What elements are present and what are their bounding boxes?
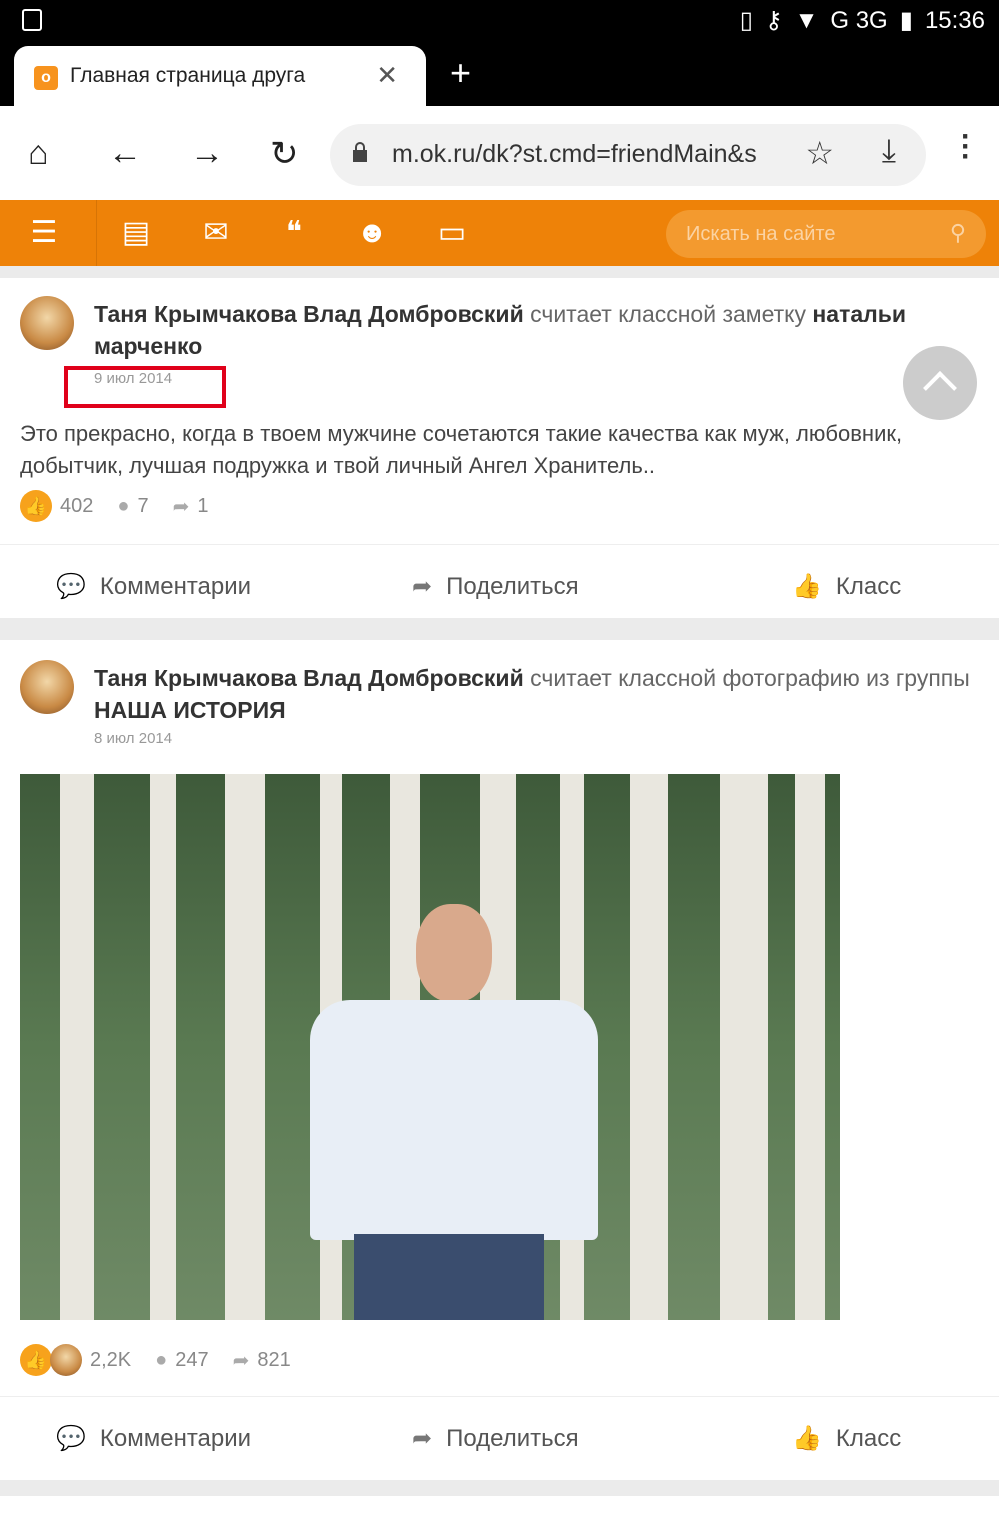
comments-button[interactable]: 💬 Комментарии <box>56 1424 251 1453</box>
post-actions: 💬 Комментарии ➦ Поделиться 👍 Класс <box>0 1398 999 1482</box>
comment-icon: ● <box>117 494 130 517</box>
ok-navbar: ☰ ▤ ✉ ❝ ☻ ▭ Искать на сайте ⚲ <box>0 200 999 266</box>
like-label: Класс <box>835 1424 902 1452</box>
tab-title: Главная страница друга <box>70 64 306 87</box>
menu-dots-icon[interactable]: · · · <box>961 122 971 172</box>
status-icons: ▯ ⚷ ▼ G 3G ▮ 15:36 <box>740 6 985 35</box>
clock: 15:36 <box>924 6 985 34</box>
site-search-input[interactable]: Искать на сайте ⚲ <box>666 210 986 258</box>
lock-icon <box>353 142 367 162</box>
post-text: Это прекрасно, когда в твоем мужчине соч… <box>20 421 903 478</box>
thumb-up-icon: 👍 <box>792 573 822 600</box>
comment-icon: ● <box>155 1348 168 1371</box>
like-label: Класс <box>835 572 902 600</box>
close-tab-icon[interactable]: ✕ <box>376 60 398 91</box>
back-icon[interactable]: ← <box>108 134 142 173</box>
feed-icon[interactable]: ▤ <box>116 214 156 252</box>
post-headline: Таня Крымчакова Влад Домбровский считает… <box>94 298 974 362</box>
post-stats: 👍 402 ● 7 ➦ 1 <box>20 490 208 522</box>
battery-icon: ▮ <box>899 7 913 34</box>
post-action: считает классной фотографию из группы <box>530 665 970 691</box>
new-tab-button[interactable]: + <box>450 52 471 94</box>
discussions-icon[interactable]: ❝ <box>274 214 314 252</box>
divider <box>0 544 999 545</box>
like-count[interactable]: 2,2K <box>90 1349 131 1372</box>
wifi-icon: ▼ <box>794 6 819 34</box>
share-button[interactable]: ➦ Поделиться <box>412 572 579 601</box>
share-count[interactable]: 1 <box>197 495 208 518</box>
post-target[interactable]: НАША ИСТОРИЯ <box>94 697 286 723</box>
like-count[interactable]: 402 <box>60 495 93 518</box>
ok-logo-menu-icon[interactable]: ☰ <box>24 214 64 252</box>
search-placeholder: Искать на сайте <box>686 223 836 245</box>
avatar[interactable] <box>20 296 74 350</box>
like-badge-icon[interactable]: 👍 <box>20 490 52 522</box>
download-icon[interactable]: ⤓ <box>882 132 896 170</box>
share-icon: ➦ <box>172 495 190 518</box>
post-authors[interactable]: Таня Крымчакова Влад Домбровский <box>94 665 524 691</box>
messages-icon[interactable]: ✉ <box>196 214 236 252</box>
bookmark-star-icon[interactable]: ☆ <box>805 134 834 172</box>
comments-label: Комментарии <box>99 1424 252 1452</box>
ok-favicon-icon: о <box>34 66 58 90</box>
share-arrow-icon: ➦ <box>412 1425 433 1452</box>
post-date: 8 июл 2014 <box>94 730 173 747</box>
vibrate-icon: ▯ <box>739 7 754 34</box>
url-text: m.ok.ru/dk?st.cmd=friendMain&s <box>392 140 757 168</box>
like-badge-icon[interactable]: 👍 <box>20 1344 52 1376</box>
like-button[interactable]: 👍 Класс <box>792 572 901 601</box>
scroll-to-top-button[interactable] <box>903 346 977 420</box>
post-action: считает классной заметку <box>530 301 806 327</box>
like-button[interactable]: 👍 Класс <box>792 1424 901 1453</box>
comment-count[interactable]: 247 <box>175 1349 208 1372</box>
notification-icon <box>22 9 42 31</box>
share-label: Поделиться <box>446 1424 579 1452</box>
comments-button[interactable]: 💬 Комментарии <box>56 572 251 601</box>
avatar[interactable] <box>20 660 74 714</box>
thumb-up-icon: 👍 <box>792 1425 822 1452</box>
share-arrow-icon: ➦ <box>412 573 433 600</box>
divider <box>0 1396 999 1397</box>
feed-post: Таня Крымчакова Влад Домбровский считает… <box>0 278 999 618</box>
share-count[interactable]: 821 <box>257 1349 290 1372</box>
address-bar[interactable]: m.ok.ru/dk?st.cmd=friendMain&s ☆ ⤓ <box>330 124 926 186</box>
reload-icon[interactable]: ↻ <box>270 134 299 174</box>
post-authors[interactable]: Таня Крымчакова Влад Домбровский <box>94 301 524 327</box>
browser-toolbar: ⌂ ← → ↻ m.ok.ru/dk?st.cmd=friendMain&s ☆… <box>0 106 999 200</box>
search-icon[interactable]: ⚲ <box>950 220 966 246</box>
forward-icon[interactable]: → <box>190 134 224 173</box>
browser-tab-bar: о Главная страница друга ✕ + <box>0 42 999 106</box>
liker-avatar[interactable] <box>50 1344 82 1376</box>
share-button[interactable]: ➦ Поделиться <box>412 1424 579 1453</box>
active-tab[interactable]: о Главная страница друга ✕ <box>14 46 426 106</box>
comment-bubble-icon: 💬 <box>56 573 86 600</box>
home-icon[interactable]: ⌂ <box>28 134 49 173</box>
status-bar: ▯ ⚷ ▼ G 3G ▮ 15:36 <box>0 0 999 42</box>
key-icon: ⚷ <box>765 7 783 34</box>
post-actions: 💬 Комментарии ➦ Поделиться 👍 Класс <box>0 546 999 630</box>
comment-count[interactable]: 7 <box>137 495 148 518</box>
post-stats: 👍 2,2K ● 247 ➦ 821 <box>20 1344 291 1376</box>
feed-post: Таня Крымчакова Влад Домбровский считает… <box>0 640 999 1480</box>
post-headline: Таня Крымчакова Влад Домбровский считает… <box>94 662 974 726</box>
date-highlight-box <box>64 366 226 408</box>
comment-bubble-icon: 💬 <box>56 1425 86 1452</box>
friends-icon[interactable]: ☻ <box>352 214 392 252</box>
wallet-icon[interactable]: ▭ <box>432 214 472 252</box>
comments-label: Комментарии <box>99 572 252 600</box>
share-icon: ➦ <box>232 1349 250 1372</box>
share-label: Поделиться <box>446 572 579 600</box>
photo-person <box>310 904 598 1320</box>
network-label: G 3G <box>830 6 888 34</box>
navbar-divider <box>96 200 97 266</box>
post-photo[interactable] <box>20 774 840 1320</box>
next-feed-post <box>0 1496 999 1536</box>
